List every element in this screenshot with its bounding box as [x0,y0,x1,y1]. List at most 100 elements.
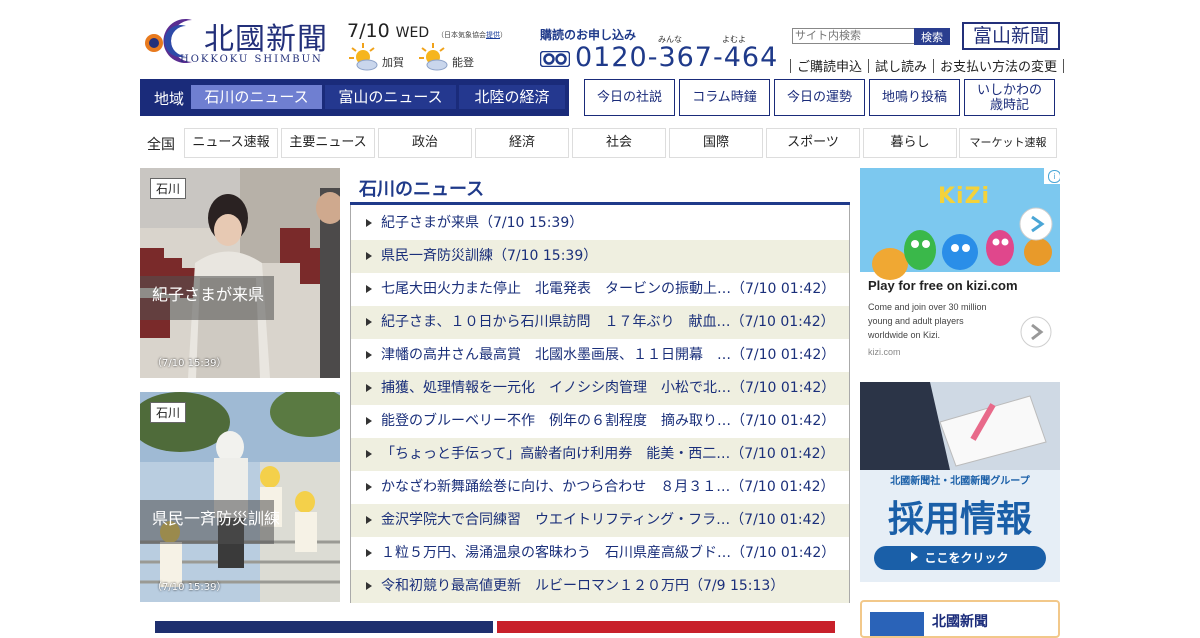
ishikawa-saijiki-button[interactable]: いしかわの 歳時記 [964,79,1055,116]
logo-subtitle: HOKKOKU SHIMBUN [180,54,323,65]
tab-hokuriku-economy[interactable]: 北陸の経済 [459,85,565,109]
recruit-ad-subtitle: 北國新聞社・北國新聞グループ [890,476,1030,487]
saijiki-line-2: 歳時記 [989,97,1029,113]
arrow-right-icon [366,549,372,557]
news-photo [140,168,340,378]
region-label: 地域 [154,90,185,108]
recruit-ad[interactable]: 北國新聞社・北國新聞グループ 採用情報 ここをクリック [860,382,1060,582]
arrow-right-icon [366,384,372,392]
search-button[interactable]: 検索 [914,28,950,45]
weather-credit-link[interactable]: 提供 [486,31,500,39]
subscribe-title: 購読のお申し込み [540,28,637,42]
category-sports[interactable]: スポーツ [766,128,860,158]
weekday: WED [395,25,430,41]
photo-card-princess-visit[interactable]: 石川 紀子さまが来県 （7/10 15:39） [140,168,340,378]
arrow-right-icon [366,483,372,491]
bottom-banner-left[interactable] [155,621,493,633]
weather-noto[interactable]: 能登 [418,42,498,74]
news-list-item[interactable]: かなざわ新舞踊絵巻に向け、かつら合わせ ８月３１…（7/10 01:42） [351,471,849,504]
region-nav: 地域 石川のニュース 富山のニュース 北陸の経済 [140,79,569,116]
category-economy[interactable]: 経済 [475,128,569,158]
news-list-item[interactable]: 金沢学院大で合同練習 ウエイトリフティング・フラ…（7/10 01:42） [351,504,849,537]
tab-ishikawa-news[interactable]: 石川のニュース [191,85,322,109]
partner-label: 北國新聞 [932,614,988,630]
phone-number: 0120-367-464 [575,42,779,73]
news-list-item[interactable]: 県民一斉防災訓練（7/10 15:39） [351,240,849,273]
sun-cloud-icon [349,43,378,71]
photo-caption: 紀子さまが来県 [152,285,265,304]
category-market[interactable]: マーケット速報 [959,128,1057,158]
weather-area-label: 加賀 [382,56,404,69]
editorial-button[interactable]: 今日の社説 [584,79,675,116]
news-section-heading: 石川のニュース [359,179,485,200]
bottom-banner-right[interactable] [497,621,835,633]
saijiki-line-1: いしかわの [976,82,1042,98]
category-label: 全国 [147,137,175,153]
news-list-item[interactable]: 「ちょっと手伝って」高齢者向け利用券 能美・西二…（7/10 01:42） [351,438,849,471]
toyama-shimbun-link[interactable]: 富山新聞 [962,22,1060,50]
trial-read-link[interactable]: 試し読み [875,60,927,75]
category-top-news[interactable]: 主要ニュース [281,128,375,158]
news-list-item[interactable]: 津幡の高井さん最高賞 北國水墨画展、１１日開幕 …（7/10 01:42） [351,339,849,372]
kizi-ad-title: Play for free on kizi.com [868,278,1018,293]
arrow-right-icon [366,285,372,293]
category-breaking-news[interactable]: ニュース速報 [184,128,278,158]
column-jisho-button[interactable]: コラム時鐘 [679,79,770,116]
freedial-icon [540,51,570,67]
kizi-ad-text-2: young and adult players [868,316,964,326]
kizi-ad-text-3: worldwide on Kizi. [868,330,941,340]
news-list-item[interactable]: 令和初競り最高値更新 ルビーロマン１２０万円（7/9 15:13） [351,570,849,603]
recruit-ad-title: 採用情報 [887,499,1032,540]
arrow-right-icon [366,318,372,326]
weather-credit: （日本気象協会提供） [437,31,507,39]
photo-card-disaster-drill[interactable]: 石川 県民一斉防災訓練 （7/10 15:39） [140,392,340,602]
news-list-item[interactable]: 能登のブルーベリー不作 例年の６割程度 摘み取り…（7/10 01:42） [351,405,849,438]
sun-cloud-icon [419,43,448,71]
subscribe-link[interactable]: ご購読申込 [797,60,862,75]
horoscope-button[interactable]: 今日の運勢 [774,79,865,116]
divider [933,59,935,73]
category-society[interactable]: 社会 [572,128,666,158]
region-tag: 石川 [150,178,187,199]
category-politics[interactable]: 政治 [378,128,472,158]
news-list-item[interactable]: 七尾大田火力また停止 北電発表 タービンの振動上…（7/10 01:42） [351,273,849,306]
recruit-click-button[interactable]: ここをクリック [874,546,1046,570]
arrow-right-icon [366,351,372,359]
payment-change-link[interactable]: お支払い方法の変更 [940,60,1057,75]
news-photo [140,392,340,602]
arrow-right-icon [366,417,372,425]
divider [790,59,791,73]
current-date: 7/10 WED [347,20,430,42]
arrow-right-icon [366,219,372,227]
photo-timestamp: （7/10 15:39） [152,358,227,369]
category-living[interactable]: 暮らし [863,128,957,158]
news-list: 紀子さまが来県（7/10 15:39） 県民一斉防災訓練（7/10 15:39）… [350,205,850,603]
photo-caption: 県民一斉防災訓練 [152,509,281,528]
tab-toyama-news[interactable]: 富山のニュース [325,85,456,109]
ad-choices-icon[interactable]: i [1048,170,1060,183]
arrow-right-icon [366,582,372,590]
site-search-input[interactable] [792,28,916,44]
weather-area-label: 能登 [452,56,474,69]
subscription-links: ご購読申込 試し読み お支払い方法の変更 [784,56,1070,75]
kizi-ad[interactable]: KiZi i Play for free on kizi.com Come an… [860,168,1060,368]
logo-title: 北國新聞 [204,22,328,57]
kizi-logo: KiZi [938,184,991,209]
play-icon [911,552,919,562]
region-tag: 石川 [150,402,187,423]
arrow-right-icon [366,252,372,260]
category-international[interactable]: 国際 [669,128,763,158]
reader-post-button[interactable]: 地鳴り投稿 [869,79,960,116]
arrow-right-icon [366,450,372,458]
divider [868,59,870,73]
news-list-item[interactable]: １粒５万円、湯涌温泉の客昧わう 石川県産高級ブド…（7/10 01:42） [351,537,849,570]
news-list-item[interactable]: 紀子さま、１０日から石川県訪問 １７年ぶり 献血…（7/10 01:42） [351,306,849,339]
site-logo[interactable]: 北國新聞 HOKKOKU SHIMBUN [140,16,340,66]
kizi-ad-text-1: Come and join over 30 million [868,302,987,312]
partner-banner[interactable]: 北國新聞 [860,600,1060,638]
news-list-item[interactable]: 捕獲、処理情報を一元化 イノシシ肉管理 小松で北…（7/10 01:42） [351,372,849,405]
partner-thumbnail [870,612,924,636]
weather-kaga[interactable]: 加賀 [348,42,428,74]
divider [1063,59,1065,73]
news-list-item[interactable]: 紀子さまが来県（7/10 15:39） [351,207,849,240]
